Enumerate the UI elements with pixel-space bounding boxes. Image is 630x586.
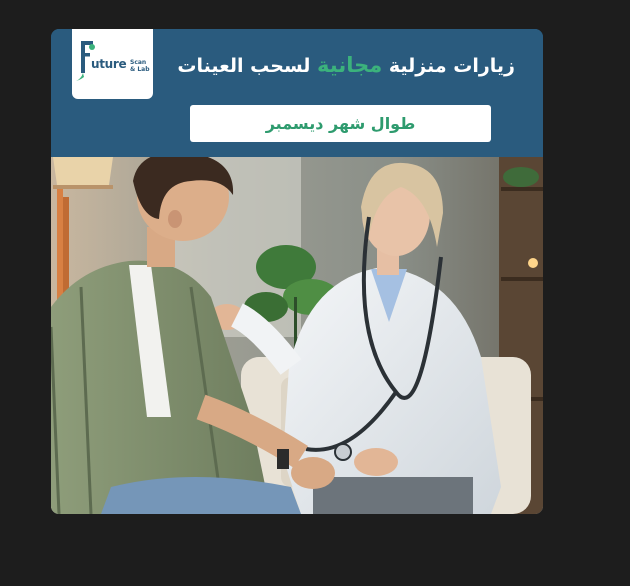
- subline-text: طوال شهر ديسمبر: [265, 114, 416, 133]
- post-card: uture Scan & Lab زيارات منزلية مجانية لس…: [51, 29, 543, 514]
- doctor-patient-photo: [51, 157, 543, 514]
- future-scan-lab-logo: uture Scan & Lab: [72, 29, 153, 99]
- logo-subtitle: Scan & Lab: [130, 59, 150, 73]
- promo-banner: uture Scan & Lab زيارات منزلية مجانية لس…: [51, 29, 543, 157]
- subline-box: طوال شهر ديسمبر: [190, 105, 491, 142]
- doctor-patient-photo-icon: [51, 157, 543, 514]
- headline-part1: زيارات منزلية: [388, 55, 515, 77]
- logo-sub-lab: & Lab: [130, 66, 150, 73]
- logo-sub-scan: Scan: [130, 59, 147, 66]
- headline-part2: لسحب العينات: [177, 55, 311, 77]
- headline: زيارات منزلية مجانية لسحب العينات: [177, 53, 515, 77]
- logo-word: uture: [91, 57, 127, 71]
- headline-accent: مجانية: [317, 53, 383, 77]
